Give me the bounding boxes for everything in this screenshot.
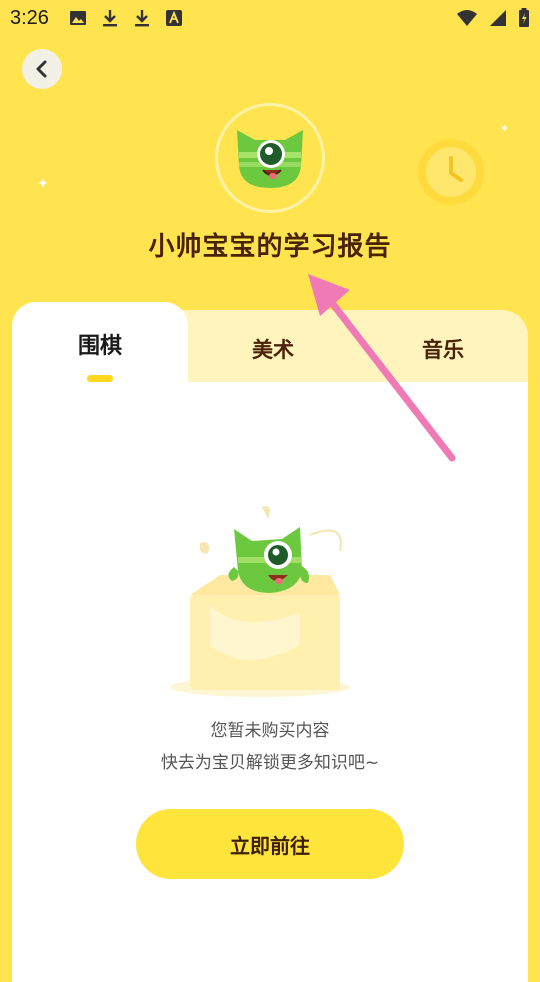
battery-icon: [519, 8, 529, 27]
status-bar: 3:26: [0, 0, 540, 36]
back-button[interactable]: [22, 49, 62, 89]
sparkle-icon: ✦: [37, 176, 49, 192]
tab-go-label[interactable]: 围棋: [12, 328, 188, 360]
signal-icon: [490, 10, 506, 26]
empty-message-line-1: 您暂未购买内容: [210, 721, 330, 741]
arrow-annotation-icon: [308, 274, 456, 462]
monster-in-box-icon: [170, 506, 350, 697]
active-tab-indicator: [87, 375, 113, 382]
download-icon: [103, 10, 117, 27]
status-notification-icons: [68, 8, 184, 28]
status-system-icons: [456, 8, 530, 28]
a-icon: [166, 10, 182, 26]
wifi-icon: [457, 10, 477, 26]
sparkle-icon: ✦: [500, 122, 510, 135]
image-icon: [70, 11, 86, 25]
chevron-left-icon: [36, 60, 47, 78]
status-time: 3:26: [10, 7, 49, 29]
download-icon: [135, 10, 149, 27]
empty-message-line-2: 快去为宝贝解锁更多知识吧~: [160, 753, 380, 773]
page-title: 小帅宝宝的学习报告: [148, 232, 392, 262]
avatar: [215, 103, 325, 213]
green-monster-avatar-icon: [237, 130, 303, 188]
go-now-button[interactable]: 立即前往: [136, 809, 404, 879]
clock-decoration-icon: [418, 139, 484, 205]
